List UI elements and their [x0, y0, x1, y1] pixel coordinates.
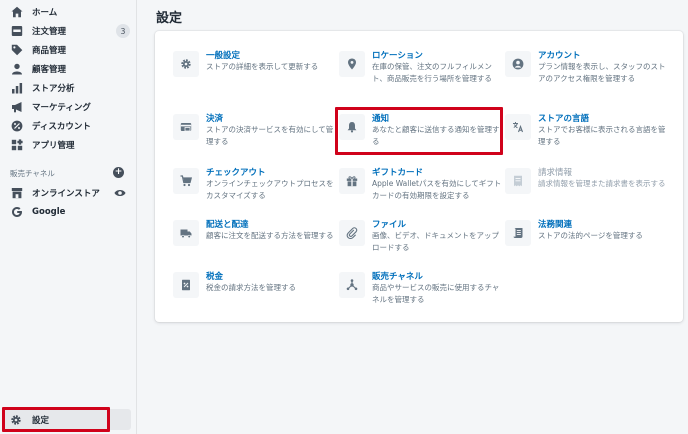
sidebar-item-label: 顧客管理: [32, 65, 67, 75]
page-title: 設定: [156, 11, 183, 26]
tile-description: オンラインチェックアウトプロセスをカスタマイズする: [206, 179, 334, 200]
tile-title: 販売チャネル: [372, 272, 423, 282]
tile-title: 配送と配達: [206, 220, 249, 230]
sidebar-item-label: アプリ管理: [32, 141, 75, 151]
tile-description: Apple Walletパスを有効にしてギフトカードの有効期限を設定する: [372, 179, 502, 200]
tile-gift-cards[interactable]: ギフトカード Apple Walletパスを有効にしてギフトカードの有効期限を設…: [339, 166, 509, 211]
tile-description: 税金の請求方法を管理する: [206, 283, 296, 292]
paperclip-icon: [339, 220, 365, 246]
tile-files[interactable]: ファイル 画像、ビデオ、ドキュメントをアップロードする: [339, 218, 509, 263]
tile-legal[interactable]: 法務関連 ストアの法的ページを管理する: [505, 218, 675, 263]
sidebar-item-label: 商品管理: [32, 46, 67, 56]
tax-icon: [173, 272, 199, 298]
sidebar-item-orders[interactable]: 注文管理 3: [6, 22, 132, 40]
tile-taxes[interactable]: 税金 税金の請求方法を管理する: [173, 270, 343, 315]
cart-icon: [173, 168, 199, 194]
sidebar-item-discounts[interactable]: ディスカウント: [6, 117, 132, 135]
eye-icon[interactable]: [114, 187, 126, 199]
tile-title: 一般設定: [206, 51, 241, 61]
tile-description: ストアの決済サービスを有効にして管理する: [206, 125, 334, 146]
customer-icon: [10, 62, 24, 76]
tile-title: ファイル: [372, 220, 407, 230]
tile-title: 通知: [372, 114, 390, 124]
tile-notifications[interactable]: 通知 あなたと顧客に送信する通知を管理する: [339, 112, 509, 157]
tile-sales-channels[interactable]: 販売チャネル 商品やサービスの販売に使用するチャネルを管理する: [339, 270, 509, 315]
sidebar-item-label: 設定: [32, 415, 50, 426]
tag-icon: [10, 43, 24, 57]
tile-store-languages[interactable]: ストアの言語 ストアでお客様に表示される言語を管理する: [505, 112, 675, 157]
tile-description: ストアでお客様に表示される言語を管理する: [538, 125, 666, 146]
tile-title: アカウント: [538, 51, 581, 61]
store-icon: [10, 186, 24, 200]
tile-title: 税金: [206, 272, 224, 282]
tile-description: プラン情報を表示し、スタッフのストアのアクセス権限を管理する: [538, 62, 666, 83]
sidebar-item-settings[interactable]: 設定: [3, 409, 131, 430]
tile-checkout[interactable]: チェックアウト オンラインチェックアウトプロセスをカスタマイズする: [173, 166, 343, 211]
tile-title: ギフトカード: [372, 168, 424, 178]
tile-description: 在庫の保管、注文のフルフィルメント、商品販売を行う場所を管理する: [372, 62, 492, 83]
google-icon: [10, 205, 24, 219]
channels-icon: [339, 272, 365, 298]
sidebar-item-products[interactable]: 商品管理: [6, 41, 132, 59]
apps-icon: [10, 138, 24, 152]
tile-description: 画像、ビデオ、ドキュメントをアップロードする: [372, 231, 500, 252]
tile-general[interactable]: 一般設定 ストアの詳細を表示して更新する: [173, 49, 343, 94]
tile-title: チェックアウト: [206, 168, 266, 178]
legal-icon: [505, 220, 531, 246]
sidebar-item-google[interactable]: Google: [6, 203, 132, 221]
billing-icon: [505, 168, 531, 194]
tile-shipping[interactable]: 配送と配達 顧客に注文を配送する方法を管理する: [173, 218, 343, 263]
tile-description: ストアの法的ページを管理する: [538, 231, 643, 240]
tile-title: ロケーション: [372, 51, 423, 61]
sidebar-item-customers[interactable]: 顧客管理: [6, 60, 132, 78]
gear-icon: [9, 413, 23, 427]
sidebar-item-marketing[interactable]: マーケティング: [6, 98, 132, 116]
sidebar-item-label: ホーム: [32, 8, 58, 18]
tile-title: 請求情報: [538, 168, 573, 178]
translate-icon: [505, 114, 531, 140]
gift-icon: [339, 168, 365, 194]
sidebar-item-label: Google: [32, 207, 66, 217]
tile-description: ストアの詳細を表示して更新する: [206, 62, 319, 71]
bell-icon: [339, 114, 365, 140]
sidebar-item-analytics[interactable]: ストア分析: [6, 79, 132, 97]
tile-title: 決済: [206, 114, 224, 124]
sidebar: ホーム 注文管理 3 商品管理 顧客管理 ストア分析 マーケティング ディスカウ…: [0, 0, 137, 434]
sidebar-item-label: マーケティング: [32, 103, 91, 113]
location-pin-icon: [339, 51, 365, 77]
tile-description: あなたと顧客に送信する通知を管理する: [372, 125, 500, 146]
sales-channels-heading: 販売チャネル: [10, 169, 55, 178]
tile-title: ストアの言語: [538, 114, 590, 124]
discount-icon: [10, 119, 24, 133]
analytics-icon: [10, 81, 24, 95]
add-sales-channel-button[interactable]: +: [113, 167, 124, 178]
payment-icon: [173, 114, 199, 140]
home-icon: [10, 5, 24, 19]
megaphone-icon: [10, 100, 24, 114]
sidebar-item-label: ディスカウント: [32, 122, 91, 132]
sidebar-item-label: ストア分析: [32, 84, 75, 94]
settings-card: 一般設定 ストアの詳細を表示して更新する ロケーション 在庫の保管、注文のフルフ…: [155, 31, 683, 322]
truck-icon: [173, 220, 199, 246]
tile-locations[interactable]: ロケーション 在庫の保管、注文のフルフィルメント、商品販売を行う場所を管理する: [339, 49, 509, 94]
gear-icon: [173, 51, 199, 77]
sidebar-item-label: オンラインストア: [32, 189, 100, 199]
tile-account[interactable]: アカウント プラン情報を表示し、スタッフのストアのアクセス権限を管理する: [505, 49, 675, 94]
tile-title: 法務関連: [538, 220, 573, 230]
tile-billing[interactable]: 請求情報 請求情報を管理また請求書を表示する: [505, 166, 675, 211]
orders-icon: [10, 24, 24, 38]
account-icon: [505, 51, 531, 77]
sidebar-item-online-store[interactable]: オンラインストア: [6, 184, 132, 202]
sidebar-item-home[interactable]: ホーム: [6, 3, 132, 21]
tile-description: 商品やサービスの販売に使用するチャネルを管理する: [372, 283, 500, 304]
tile-description: 請求情報を管理また請求書を表示する: [538, 179, 666, 188]
orders-count-badge: 3: [116, 24, 130, 38]
sidebar-item-label: 注文管理: [32, 27, 67, 37]
sidebar-item-apps[interactable]: アプリ管理: [6, 136, 132, 154]
tile-payments[interactable]: 決済 ストアの決済サービスを有効にして管理する: [173, 112, 343, 157]
tile-description: 顧客に注文を配送する方法を管理する: [206, 231, 334, 240]
